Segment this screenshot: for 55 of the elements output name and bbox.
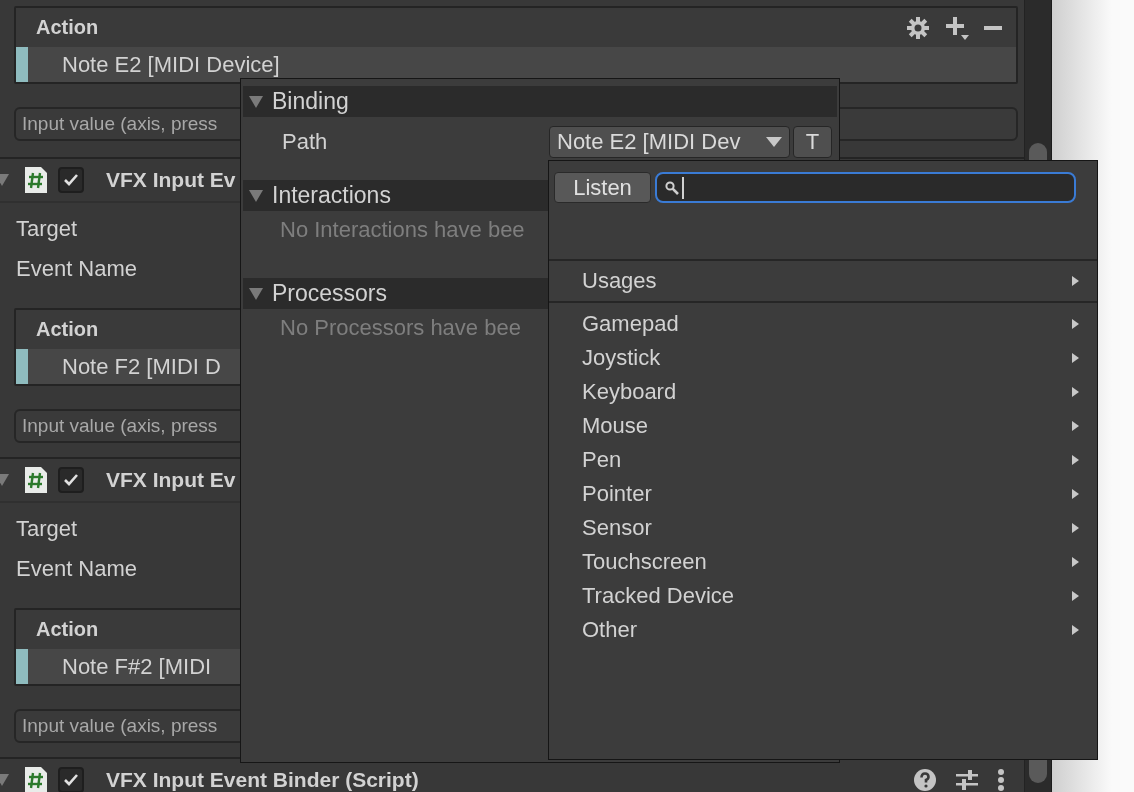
action-binding[interactable]: Note E2 [MIDI Device] bbox=[62, 51, 280, 78]
menu-item[interactable]: Keyboard bbox=[549, 375, 1097, 409]
component-title[interactable]: VFX Input Ev bbox=[106, 169, 236, 191]
text-mode-button[interactable]: T bbox=[793, 126, 832, 158]
menu-item[interactable]: Gamepad bbox=[549, 307, 1097, 341]
script-icon bbox=[24, 466, 48, 494]
menu-item[interactable]: Other bbox=[549, 613, 1097, 647]
more-options-icon bbox=[998, 769, 1004, 791]
empty-message: No Interactions have bee bbox=[280, 217, 525, 243]
list-header: Action bbox=[36, 618, 99, 641]
search-field[interactable] bbox=[655, 172, 1076, 203]
caret-icon bbox=[765, 136, 783, 148]
enable-checkbox[interactable] bbox=[58, 467, 84, 493]
row-handle bbox=[16, 349, 28, 384]
path-dropdown[interactable]: Note E2 [MIDI Dev bbox=[549, 126, 790, 158]
check-icon bbox=[63, 773, 79, 787]
empty-message: No Processors have bee bbox=[280, 315, 521, 341]
listen-button[interactable]: Listen bbox=[554, 172, 651, 203]
row-handle bbox=[16, 649, 28, 684]
list-header: Action bbox=[36, 16, 99, 39]
menu-item[interactable]: Sensor bbox=[549, 511, 1097, 545]
foldout-arrow-icon bbox=[0, 172, 10, 188]
enable-checkbox[interactable] bbox=[58, 167, 84, 193]
remove-icon bbox=[984, 25, 1002, 30]
field-label: Target bbox=[16, 216, 78, 242]
menu-item[interactable]: Touchscreen bbox=[549, 545, 1097, 579]
list-header: Action bbox=[36, 318, 99, 341]
field-label: Event Name bbox=[16, 556, 138, 582]
field-label: Event Name bbox=[16, 256, 138, 282]
menu-item[interactable]: Pointer bbox=[549, 477, 1097, 511]
help-icon bbox=[914, 769, 936, 791]
menu-item[interactable]: Pen bbox=[549, 443, 1097, 477]
component-title[interactable]: VFX Input Ev bbox=[106, 469, 236, 491]
settings-icon bbox=[906, 15, 930, 40]
menu-item[interactable]: Joystick bbox=[549, 341, 1097, 375]
foldout-arrow-icon bbox=[0, 472, 10, 488]
menu-item[interactable]: Tracked Device bbox=[549, 579, 1097, 613]
component-title[interactable]: VFX Input Event Binder (Script) bbox=[106, 769, 419, 791]
check-icon bbox=[63, 473, 79, 487]
action-binding[interactable]: Note F2 [MIDI D bbox=[62, 353, 221, 380]
enable-checkbox[interactable] bbox=[58, 767, 84, 792]
foldout-arrow-icon bbox=[248, 93, 264, 110]
field-label: Target bbox=[16, 516, 78, 542]
add-dropdown-icon bbox=[944, 14, 970, 41]
row-handle bbox=[16, 47, 28, 82]
script-icon bbox=[24, 166, 48, 194]
section-header[interactable]: Binding bbox=[243, 86, 837, 117]
action-binding[interactable]: Note F#2 [MIDI bbox=[62, 653, 212, 680]
sliders-icon bbox=[956, 769, 978, 791]
foldout-arrow-icon bbox=[0, 772, 10, 788]
check-icon bbox=[63, 173, 79, 187]
foldout-arrow-icon bbox=[248, 285, 264, 302]
foldout-arrow-icon bbox=[248, 187, 264, 204]
search-icon bbox=[665, 180, 679, 195]
script-icon bbox=[24, 766, 48, 792]
